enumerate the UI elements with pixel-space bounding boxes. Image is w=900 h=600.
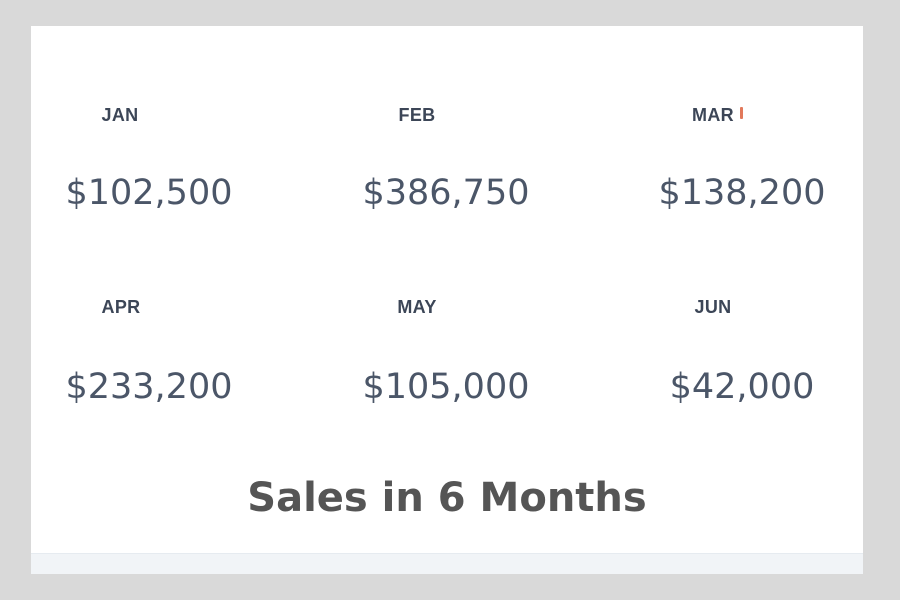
- month-value-apr: $233,200: [65, 367, 233, 407]
- sales-card: JAN $102,500 FEB $386,750 MAR $138,200 A…: [31, 26, 863, 574]
- month-label-mar: MAR: [692, 105, 734, 125]
- month-value-may: $105,000: [362, 367, 530, 407]
- month-label-jun: JUN: [694, 297, 732, 317]
- month-value-feb: $386,750: [362, 173, 530, 213]
- month-value-mar: $138,200: [658, 173, 826, 213]
- footer-band: [31, 553, 863, 574]
- month-label-may: MAY: [397, 297, 437, 317]
- month-value-jan: $102,500: [65, 173, 233, 213]
- month-value-jun: $42,000: [669, 367, 815, 407]
- chart-caption: Sales in 6 Months: [247, 475, 647, 521]
- month-label-feb: FEB: [398, 105, 436, 125]
- month-label-jan: JAN: [101, 105, 139, 125]
- month-label-apr: APR: [101, 297, 141, 317]
- accent-mark: [740, 107, 743, 119]
